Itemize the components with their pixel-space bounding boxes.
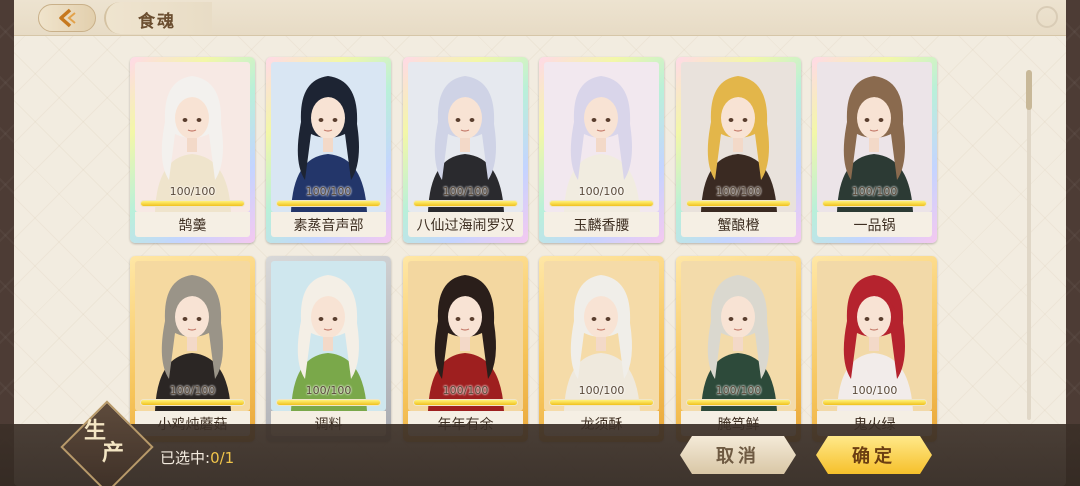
- selected-count: 0/1: [210, 449, 235, 467]
- character-name: 玉麟香腰: [544, 212, 659, 237]
- hp-bar-fill: [550, 201, 653, 206]
- confirm-button[interactable]: 确定: [816, 436, 932, 474]
- hp-bar-fill: [823, 400, 926, 405]
- character-card[interactable]: 100/100调料: [266, 256, 391, 442]
- hp-text: 100/100: [578, 384, 625, 397]
- character-card[interactable]: 100/100龙须酥: [539, 256, 664, 442]
- hp-bar: [276, 200, 381, 207]
- produce-label: 生 产: [78, 420, 138, 464]
- hp-bar: [549, 200, 654, 207]
- hp-bar: [140, 200, 245, 207]
- hp-bar: [822, 200, 927, 207]
- hp-text: 100/100: [715, 185, 762, 198]
- hp-bar: [822, 399, 927, 406]
- character-grid: 100/100 鹄羹 100/100 素蒸音声部 100/100 八仙过海闹罗汉 100/1…: [0, 0, 1080, 486]
- character-card[interactable]: 100/100 蟹酿橙: [676, 57, 801, 243]
- hp-bar: [686, 399, 791, 406]
- hp-bar-fill: [687, 201, 790, 206]
- hp-bar-fill: [687, 400, 790, 405]
- character-card[interactable]: 100/100小鸡炖蘑菇: [130, 256, 255, 442]
- character-name: 素蒸音声部: [271, 212, 386, 237]
- hp-text: 100/100: [578, 185, 625, 198]
- hp-bar: [413, 399, 518, 406]
- hp-bar-fill: [550, 400, 653, 405]
- hp-text: 100/100: [851, 384, 898, 397]
- hp-bar: [413, 200, 518, 207]
- hp-bar-fill: [823, 201, 926, 206]
- character-card[interactable]: 100/100 玉麟香腰: [539, 57, 664, 243]
- character-card[interactable]: 100/100 八仙过海闹罗汉: [403, 57, 528, 243]
- hp-bar-fill: [141, 201, 244, 206]
- hp-text: 100/100: [169, 185, 216, 198]
- hp-text: 100/100: [305, 384, 352, 397]
- hp-text: 100/100: [169, 384, 216, 397]
- character-card[interactable]: 100/100 素蒸音声部: [266, 57, 391, 243]
- character-name: 蟹酿橙: [681, 212, 796, 237]
- hp-bar: [140, 399, 245, 406]
- hp-bar-fill: [414, 400, 517, 405]
- cancel-button[interactable]: 取消: [680, 436, 796, 474]
- character-card[interactable]: 100/100腌笃鲜: [676, 256, 801, 442]
- hp-bar-fill: [414, 201, 517, 206]
- produce-char-2: 产: [102, 440, 125, 466]
- selected-counter: 已选中:0/1: [160, 447, 234, 468]
- hp-bar: [549, 399, 654, 406]
- character-card[interactable]: 100/100 一品锅: [812, 57, 937, 243]
- hp-text: 100/100: [851, 185, 898, 198]
- character-card[interactable]: 100/100 鹄羹: [130, 57, 255, 243]
- hp-bar-fill: [141, 400, 244, 405]
- character-card[interactable]: 100/100年年有余: [403, 256, 528, 442]
- selected-label-text: 已选中:: [160, 449, 211, 467]
- hp-bar-fill: [277, 400, 380, 405]
- hp-text: 100/100: [442, 185, 489, 198]
- character-name: 八仙过海闹罗汉: [408, 212, 523, 237]
- hp-text: 100/100: [442, 384, 489, 397]
- character-name: 鹄羹: [135, 212, 250, 237]
- hp-bar-fill: [277, 201, 380, 206]
- hp-bar: [686, 200, 791, 207]
- character-card[interactable]: 100/100鬼火绿: [812, 256, 937, 442]
- produce-char-1: 生: [84, 418, 107, 444]
- hp-text: 100/100: [305, 185, 352, 198]
- hp-text: 100/100: [715, 384, 762, 397]
- character-name: 一品锅: [817, 212, 932, 237]
- hp-bar: [276, 399, 381, 406]
